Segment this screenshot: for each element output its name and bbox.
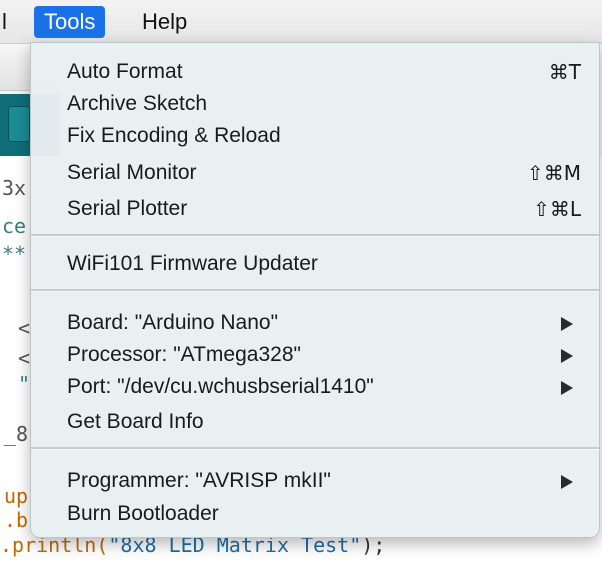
menu-item-label: Archive Sketch	[67, 92, 208, 115]
code-fragment: <	[18, 346, 31, 370]
arduino-ide-window: l Tools Help 3x ce ** < < " _8 up .b .pr…	[0, 0, 602, 561]
menu-item-fix-encoding[interactable]: Fix Encoding & Reload	[31, 119, 599, 153]
menu-item-shortcut: ⌘T	[548, 60, 581, 84]
menu-item-get-board-info[interactable]: Get Board Info	[31, 405, 599, 439]
menubar-item-help[interactable]: Help	[132, 6, 197, 38]
menu-item-burn-bootloader[interactable]: Burn Bootloader	[31, 497, 599, 531]
menu-item-auto-format[interactable]: Auto Format ⌘T	[31, 55, 599, 89]
code-fragment: _8	[4, 422, 29, 446]
menu-item-processor[interactable]: Processor: "ATmega328"	[31, 338, 599, 372]
code-fragment: <	[18, 316, 31, 340]
code-fragment: .b	[4, 508, 29, 532]
menu-separator	[31, 289, 599, 292]
code-fragment: 3x	[2, 176, 27, 200]
menu-item-label: Burn Bootloader	[67, 502, 219, 525]
menu-item-programmer[interactable]: Programmer: "AVRISP mkII"	[31, 464, 599, 498]
menu-item-wifi101-updater[interactable]: WiFi101 Firmware Updater	[31, 247, 599, 281]
submenu-arrow-icon	[561, 475, 573, 489]
menu-item-label: Programmer: "AVRISP mkII"	[67, 469, 331, 492]
menu-item-label: Serial Plotter	[67, 197, 188, 220]
code-fragment: ce	[2, 214, 27, 238]
menu-separator	[31, 447, 599, 450]
code-fragment: **	[2, 242, 27, 266]
menu-item-shortcut: ⇧⌘L	[533, 197, 581, 221]
menu-item-shortcut: ⇧⌘M	[526, 161, 581, 185]
menu-item-label: WiFi101 Firmware Updater	[67, 252, 318, 275]
menu-item-label: Board: "Arduino Nano"	[67, 311, 279, 334]
submenu-arrow-icon	[561, 349, 573, 363]
menu-item-board[interactable]: Board: "Arduino Nano"	[31, 306, 599, 340]
menu-separator	[31, 234, 599, 237]
menu-item-label: Port: "/dev/cu.wchusbserial1410"	[67, 375, 374, 398]
menu-item-label: Processor: "ATmega328"	[67, 343, 301, 366]
menu-item-label: Get Board Info	[67, 410, 204, 433]
menu-item-label: Auto Format	[67, 60, 183, 83]
submenu-arrow-icon	[561, 317, 573, 331]
menu-item-label: Serial Monitor	[67, 161, 197, 184]
menu-item-port[interactable]: Port: "/dev/cu.wchusbserial1410"	[31, 370, 599, 404]
menu-item-serial-monitor[interactable]: Serial Monitor ⇧⌘M	[31, 156, 599, 190]
tools-menu: Auto Format ⌘T Archive Sketch Fix Encodi…	[30, 42, 600, 538]
menu-bar: l Tools Help	[0, 0, 602, 44]
submenu-arrow-icon	[561, 381, 573, 395]
code-fragment: up	[4, 484, 29, 508]
menubar-item-partial[interactable]: l	[0, 6, 17, 38]
menu-item-archive-sketch[interactable]: Archive Sketch	[31, 87, 599, 121]
menubar-item-tools[interactable]: Tools	[34, 6, 106, 38]
menu-item-serial-plotter[interactable]: Serial Plotter ⇧⌘L	[31, 192, 599, 226]
menu-item-label: Fix Encoding & Reload	[67, 124, 281, 147]
code-fragment: "	[18, 372, 31, 396]
toolbar-button[interactable]	[8, 106, 30, 142]
